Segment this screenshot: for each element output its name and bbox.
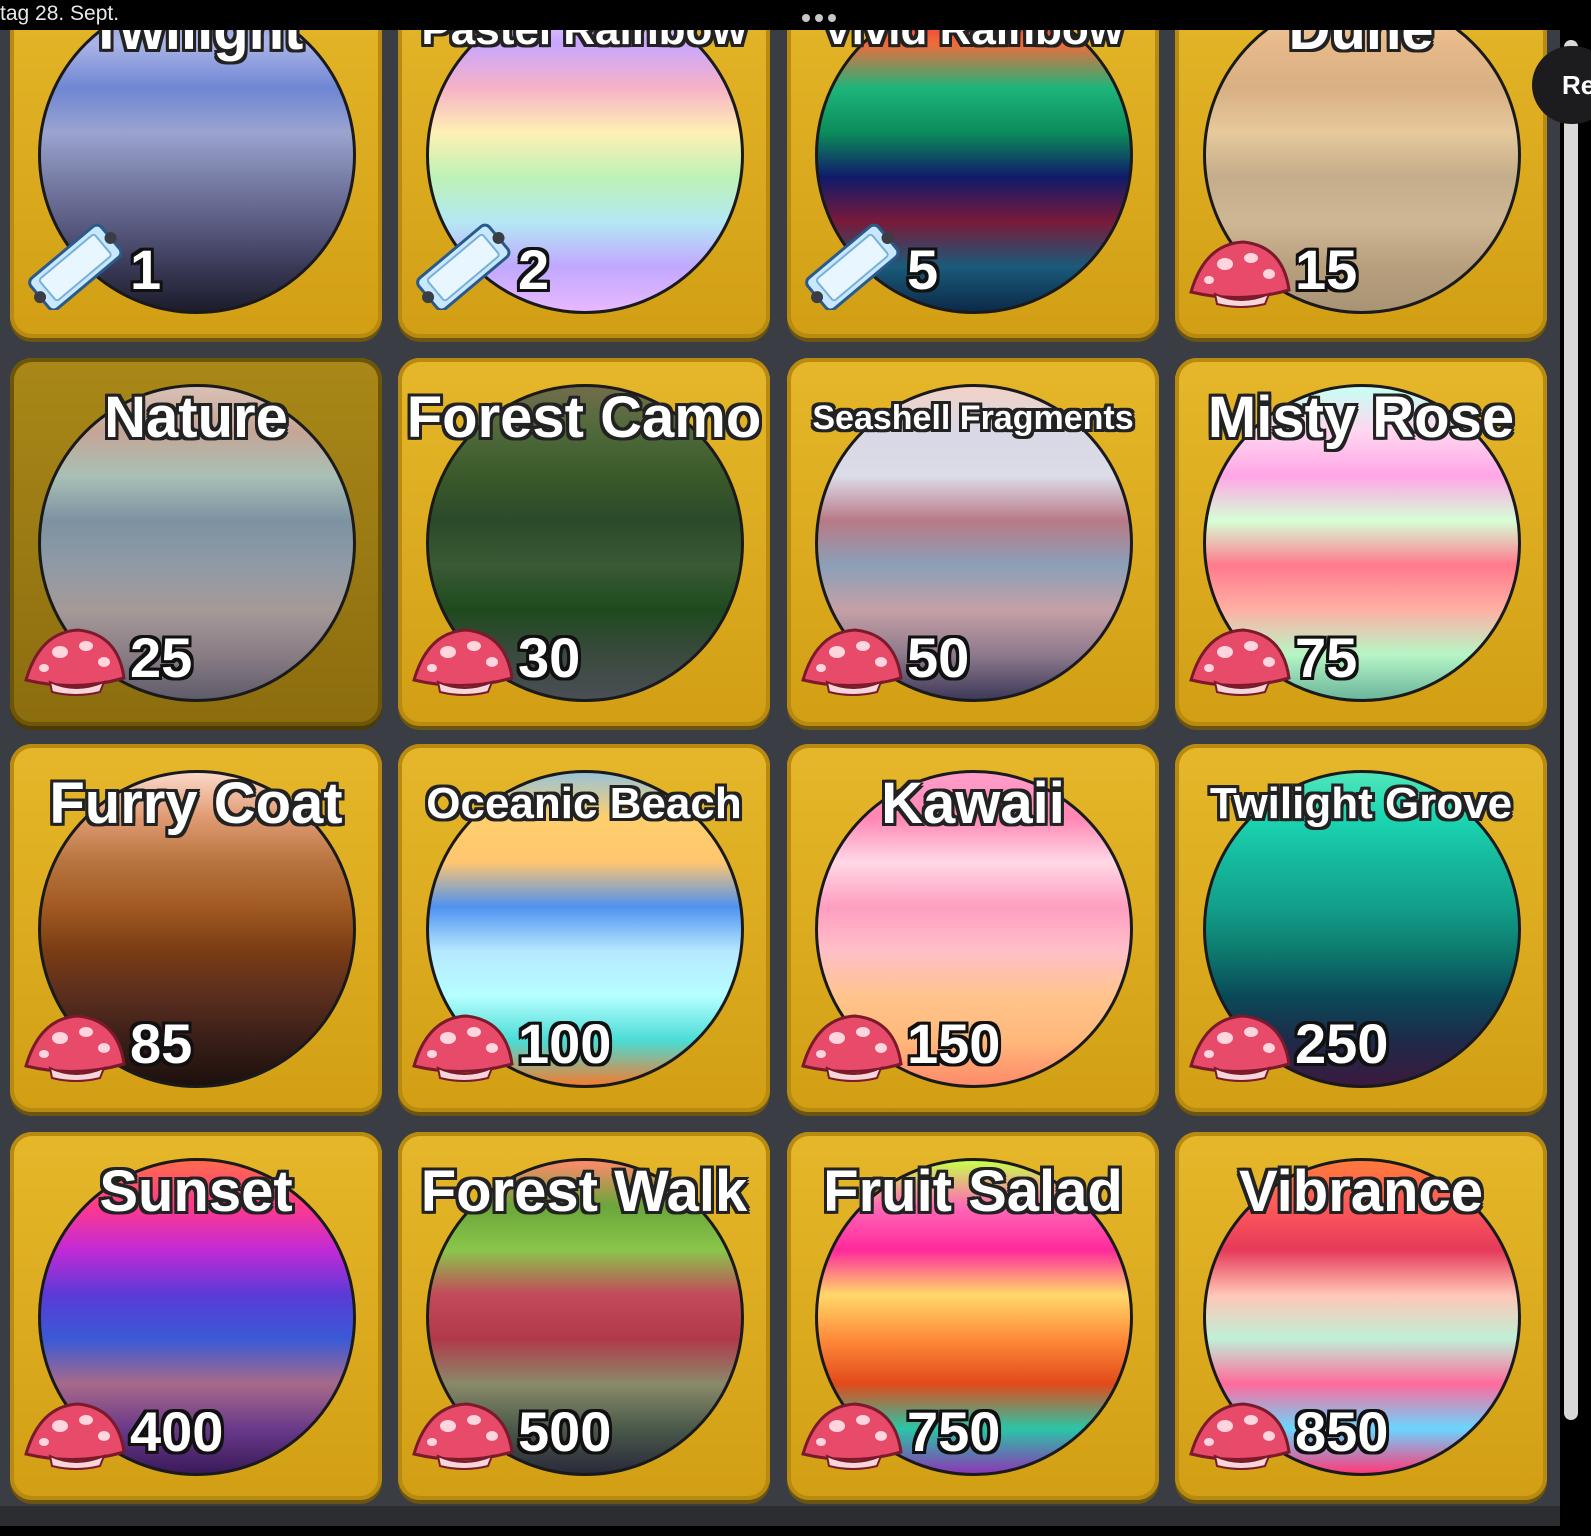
mushroom-icon	[20, 988, 128, 1084]
mushroom-icon	[1185, 988, 1293, 1084]
item-card[interactable]: Nature 25	[10, 358, 382, 726]
item-name: Oceanic Beach	[426, 779, 742, 828]
item-name: Misty Rose	[1207, 385, 1515, 450]
item-name: Twilight	[10, 30, 382, 62]
mushroom-icon	[797, 1376, 905, 1472]
item-name: Vivid Rainbow	[787, 30, 1159, 62]
status-time: tag 28. Sept.	[0, 2, 120, 25]
side-button-label: Re	[1562, 70, 1591, 100]
mushroom-icon	[797, 988, 905, 1084]
mushroom-icon	[20, 602, 128, 698]
ticket-icon	[20, 214, 128, 312]
item-price: 400	[130, 1400, 224, 1463]
item-card[interactable]: Dune 15	[1175, 30, 1547, 338]
item-card[interactable]: Fruit Salad 750	[787, 1132, 1159, 1500]
item-card[interactable]: Vibrance 850	[1175, 1132, 1547, 1500]
item-price: 500	[518, 1400, 612, 1463]
item-card[interactable]: Oceanic Beach 100	[398, 744, 770, 1112]
item-price: 25	[130, 626, 193, 689]
item-name: Twilight Grove	[1209, 779, 1513, 828]
item-name: Seashell Fragments	[812, 399, 1134, 437]
item-card[interactable]: Forest Walk 500	[398, 1132, 770, 1500]
item-price: 50	[907, 626, 970, 689]
item-price: 5	[907, 238, 939, 301]
item-card[interactable]: Sunset 400	[10, 1132, 382, 1500]
item-price: 75	[1295, 626, 1358, 689]
item-price: 250	[1295, 1012, 1389, 1075]
shop-panel: Twilight 1Pastel Rainbow 2Vivid Rainbow …	[0, 30, 1560, 1526]
item-price: 2	[518, 238, 550, 301]
mushroom-icon	[408, 1376, 516, 1472]
item-name: Nature	[104, 385, 288, 450]
status-bar: tag 28. Sept.	[0, 0, 1591, 30]
panel-bottom-bar	[0, 1506, 1560, 1526]
item-card[interactable]: Vivid Rainbow 5	[787, 30, 1159, 338]
item-name: Forest Camo	[406, 385, 762, 450]
item-price: 850	[1295, 1400, 1389, 1463]
ticket-icon	[797, 214, 905, 312]
more-dots-icon[interactable]	[802, 14, 836, 22]
item-card[interactable]: Furry Coat 85	[10, 744, 382, 1112]
item-card[interactable]: Twilight Grove 250	[1175, 744, 1547, 1112]
item-card[interactable]: Forest Camo 30	[398, 358, 770, 726]
item-name: Vibrance	[1239, 1159, 1483, 1224]
item-card[interactable]: Pastel Rainbow 2	[398, 30, 770, 338]
item-name: Sunset	[99, 1159, 293, 1224]
item-name: Furry Coat	[49, 771, 343, 836]
scrollbar[interactable]	[1564, 40, 1578, 1420]
item-price: 1	[130, 238, 162, 301]
item-price: 15	[1295, 238, 1358, 301]
item-name: Pastel Rainbow	[398, 30, 770, 62]
ticket-icon	[408, 214, 516, 312]
mushroom-icon	[408, 988, 516, 1084]
item-price: 750	[907, 1400, 1001, 1463]
item-card[interactable]: Kawaii 150	[787, 744, 1159, 1112]
mushroom-icon	[408, 602, 516, 698]
mushroom-icon	[1185, 1376, 1293, 1472]
item-name: Dune	[1175, 30, 1547, 62]
mushroom-icon	[1185, 602, 1293, 698]
mushroom-icon	[20, 1376, 128, 1472]
item-name: Forest Walk	[420, 1159, 748, 1224]
item-price: 100	[518, 1012, 612, 1075]
item-price: 30	[518, 626, 581, 689]
item-card[interactable]: Twilight 1	[10, 30, 382, 338]
item-price: 85	[130, 1012, 193, 1075]
item-name: Kawaii	[881, 771, 1065, 836]
item-card[interactable]: Seashell Fragments 50	[787, 358, 1159, 726]
item-card[interactable]: Misty Rose 75	[1175, 358, 1547, 726]
item-price: 150	[907, 1012, 1001, 1075]
item-name: Fruit Salad	[823, 1159, 1123, 1224]
mushroom-icon	[797, 602, 905, 698]
mushroom-icon	[1185, 214, 1293, 310]
